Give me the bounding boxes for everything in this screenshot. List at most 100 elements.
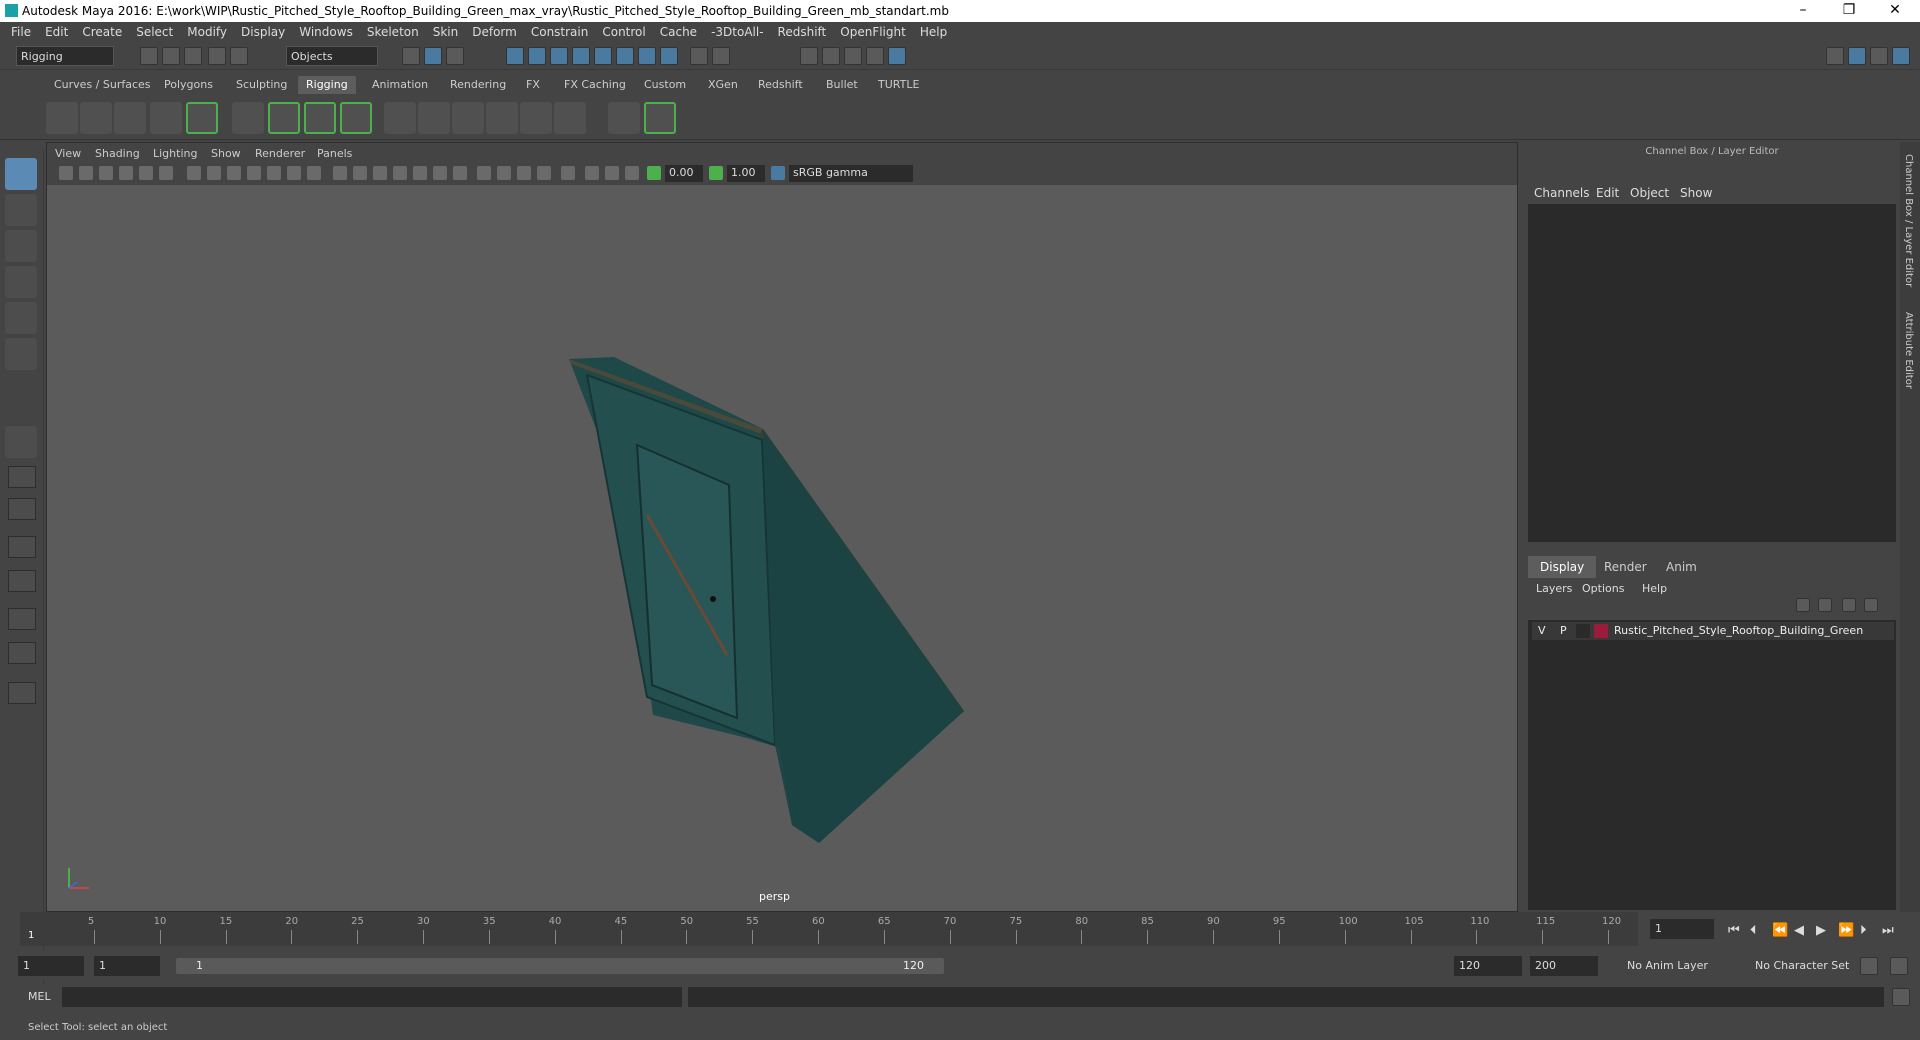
playback-start-field[interactable]: 1 xyxy=(94,956,160,976)
shelf-tab-polygons[interactable]: Polygons xyxy=(156,76,221,94)
menu-windows[interactable]: Windows xyxy=(292,25,360,39)
shelf-tab-fx[interactable]: FX xyxy=(518,76,548,94)
time-slider[interactable]: 1 5 10 15 20 25 30 35 40 45 50 55 60 65 70 75 80 85 90 95 1… xyxy=(20,912,1638,946)
range-slider[interactable]: 1 120 xyxy=(176,958,944,974)
input-ops-icon[interactable] xyxy=(712,47,730,65)
layout-four-icon[interactable] xyxy=(8,498,36,520)
layer-tab-anim[interactable]: Anim xyxy=(1654,556,1709,578)
wireframe-on-shaded-icon[interactable] xyxy=(393,166,407,180)
menu-set-dropdown[interactable]: Rigging xyxy=(16,46,114,66)
menu-redshift[interactable]: Redshift xyxy=(771,25,834,39)
orient-constraint-icon[interactable] xyxy=(452,102,484,134)
menu-edit[interactable]: Edit xyxy=(38,25,75,39)
shelf-tab-xgen[interactable]: XGen xyxy=(700,76,746,94)
render-frame-icon[interactable] xyxy=(822,47,840,65)
attribute-editor-icon[interactable] xyxy=(1848,47,1866,65)
channel-box-toggle-icon[interactable] xyxy=(1892,47,1910,65)
shelf-tab-rigging[interactable]: Rigging xyxy=(298,76,356,94)
cb-menu-edit[interactable]: Edit xyxy=(1596,186,1619,200)
open-scene-icon[interactable] xyxy=(162,47,180,65)
anim-layer-dropdown[interactable]: No Anim Layer xyxy=(1622,956,1740,976)
screen-space-ao-icon[interactable] xyxy=(477,166,491,180)
ik-spline-icon[interactable] xyxy=(114,102,146,134)
parent-constraint-icon[interactable] xyxy=(520,102,552,134)
point-constraint-icon[interactable] xyxy=(384,102,416,134)
3d-viewport[interactable]: persp xyxy=(47,185,1517,911)
animation-start-field[interactable]: 1 xyxy=(18,956,84,976)
move-layer-up-icon[interactable] xyxy=(1796,598,1810,612)
layer-visibility-toggle[interactable]: V xyxy=(1538,624,1546,637)
menu-3dtoall[interactable]: -3DtoAll- xyxy=(704,25,770,39)
menu-help[interactable]: Help xyxy=(913,25,954,39)
animation-prefs-icon[interactable] xyxy=(1890,957,1908,975)
gamma-icon[interactable] xyxy=(709,166,723,180)
snap-curve-icon[interactable] xyxy=(528,47,546,65)
layer-row[interactable]: V P Rustic_Pitched_Style_Rooftop_Buildin… xyxy=(1532,622,1894,640)
layer-menu-layers[interactable]: Layers xyxy=(1536,582,1572,595)
snap-view-plane-icon[interactable] xyxy=(572,47,590,65)
safe-title-icon[interactable] xyxy=(307,166,321,180)
play-backwards-icon[interactable]: ◀ xyxy=(1794,923,1804,938)
snap-edge-icon[interactable] xyxy=(638,47,656,65)
layout-single-icon[interactable] xyxy=(8,466,36,488)
shelf-tab-bullet[interactable]: Bullet xyxy=(818,76,866,94)
snap-surface-icon[interactable] xyxy=(616,47,634,65)
bookmark-icon[interactable] xyxy=(99,166,113,180)
hik-icon[interactable] xyxy=(644,102,676,134)
lattice-icon[interactable] xyxy=(304,102,336,134)
shelf-tab-curves-surfaces[interactable]: Curves / Surfaces xyxy=(46,76,159,94)
bind-skin-icon[interactable] xyxy=(232,102,264,134)
menu-select[interactable]: Select xyxy=(129,25,180,39)
snap-help-icon[interactable] xyxy=(660,47,678,65)
selection-mode-dropdown[interactable]: Objects xyxy=(286,46,378,66)
scale-tool-icon[interactable] xyxy=(5,338,37,370)
move-tool-icon[interactable] xyxy=(5,266,37,298)
motion-blur-icon[interactable] xyxy=(497,166,511,180)
viewport-menu-renderer[interactable]: Renderer xyxy=(255,147,305,160)
field-chart-icon[interactable] xyxy=(267,166,281,180)
select-object-icon[interactable] xyxy=(424,47,442,65)
menu-constrain[interactable]: Constrain xyxy=(524,25,596,39)
layout-outliner-icon[interactable] xyxy=(8,570,36,592)
grease-pencil-icon[interactable] xyxy=(159,166,173,180)
step-forward-frame-icon[interactable]: ⏩ xyxy=(1838,923,1854,938)
step-forward-key-icon[interactable]: ⏵ xyxy=(1860,923,1867,938)
new-layer-selected-icon[interactable] xyxy=(1864,598,1878,612)
layer-menu-options[interactable]: Options xyxy=(1582,582,1624,595)
mel-label[interactable]: MEL xyxy=(28,990,51,1003)
viewport-menu-panels[interactable]: Panels xyxy=(317,147,352,160)
save-scene-icon[interactable] xyxy=(184,47,202,65)
cb-menu-channels[interactable]: Channels xyxy=(1534,186,1590,200)
layer-color-swatch[interactable] xyxy=(1594,624,1608,638)
shelf-tab-animation[interactable]: Animation xyxy=(364,76,436,94)
new-scene-icon[interactable] xyxy=(140,47,158,65)
menu-display[interactable]: Display xyxy=(234,25,292,39)
command-input[interactable] xyxy=(62,987,682,1007)
mirror-joints-icon[interactable] xyxy=(150,102,182,134)
current-frame-field[interactable]: 1 xyxy=(1650,919,1714,939)
redo-icon[interactable] xyxy=(230,47,248,65)
viewport-menu-shading[interactable]: Shading xyxy=(95,147,140,160)
layout-more-icon[interactable] xyxy=(8,682,36,704)
minimize-button[interactable]: – xyxy=(1780,0,1826,22)
side-tab-attribute-editor[interactable]: Attribute Editor xyxy=(1903,312,1914,389)
shelf-tab-turtle[interactable]: TURTLE xyxy=(870,76,927,94)
menu-skin[interactable]: Skin xyxy=(426,25,466,39)
shelf-tab-redshift[interactable]: Redshift xyxy=(750,76,811,94)
image-plane-icon[interactable] xyxy=(119,166,133,180)
color-management-icon[interactable] xyxy=(771,166,785,180)
multisample-aa-icon[interactable] xyxy=(517,166,531,180)
menu-skeleton[interactable]: Skeleton xyxy=(360,25,426,39)
wireframe-icon[interactable] xyxy=(333,166,347,180)
isolate-select-icon[interactable] xyxy=(561,166,575,180)
scale-constraint-icon[interactable] xyxy=(486,102,518,134)
ipr-render-icon[interactable] xyxy=(844,47,862,65)
quick-rig-icon[interactable] xyxy=(186,102,218,134)
script-editor-icon[interactable] xyxy=(1892,988,1910,1006)
layer-tab-display[interactable]: Display xyxy=(1528,556,1597,578)
paint-weights-icon[interactable] xyxy=(268,102,300,134)
move-layer-down-icon[interactable] xyxy=(1818,598,1832,612)
viewport-menu-lighting[interactable]: Lighting xyxy=(153,147,197,160)
aim-constraint-icon[interactable] xyxy=(418,102,450,134)
viewport-menu-view[interactable]: View xyxy=(55,147,81,160)
